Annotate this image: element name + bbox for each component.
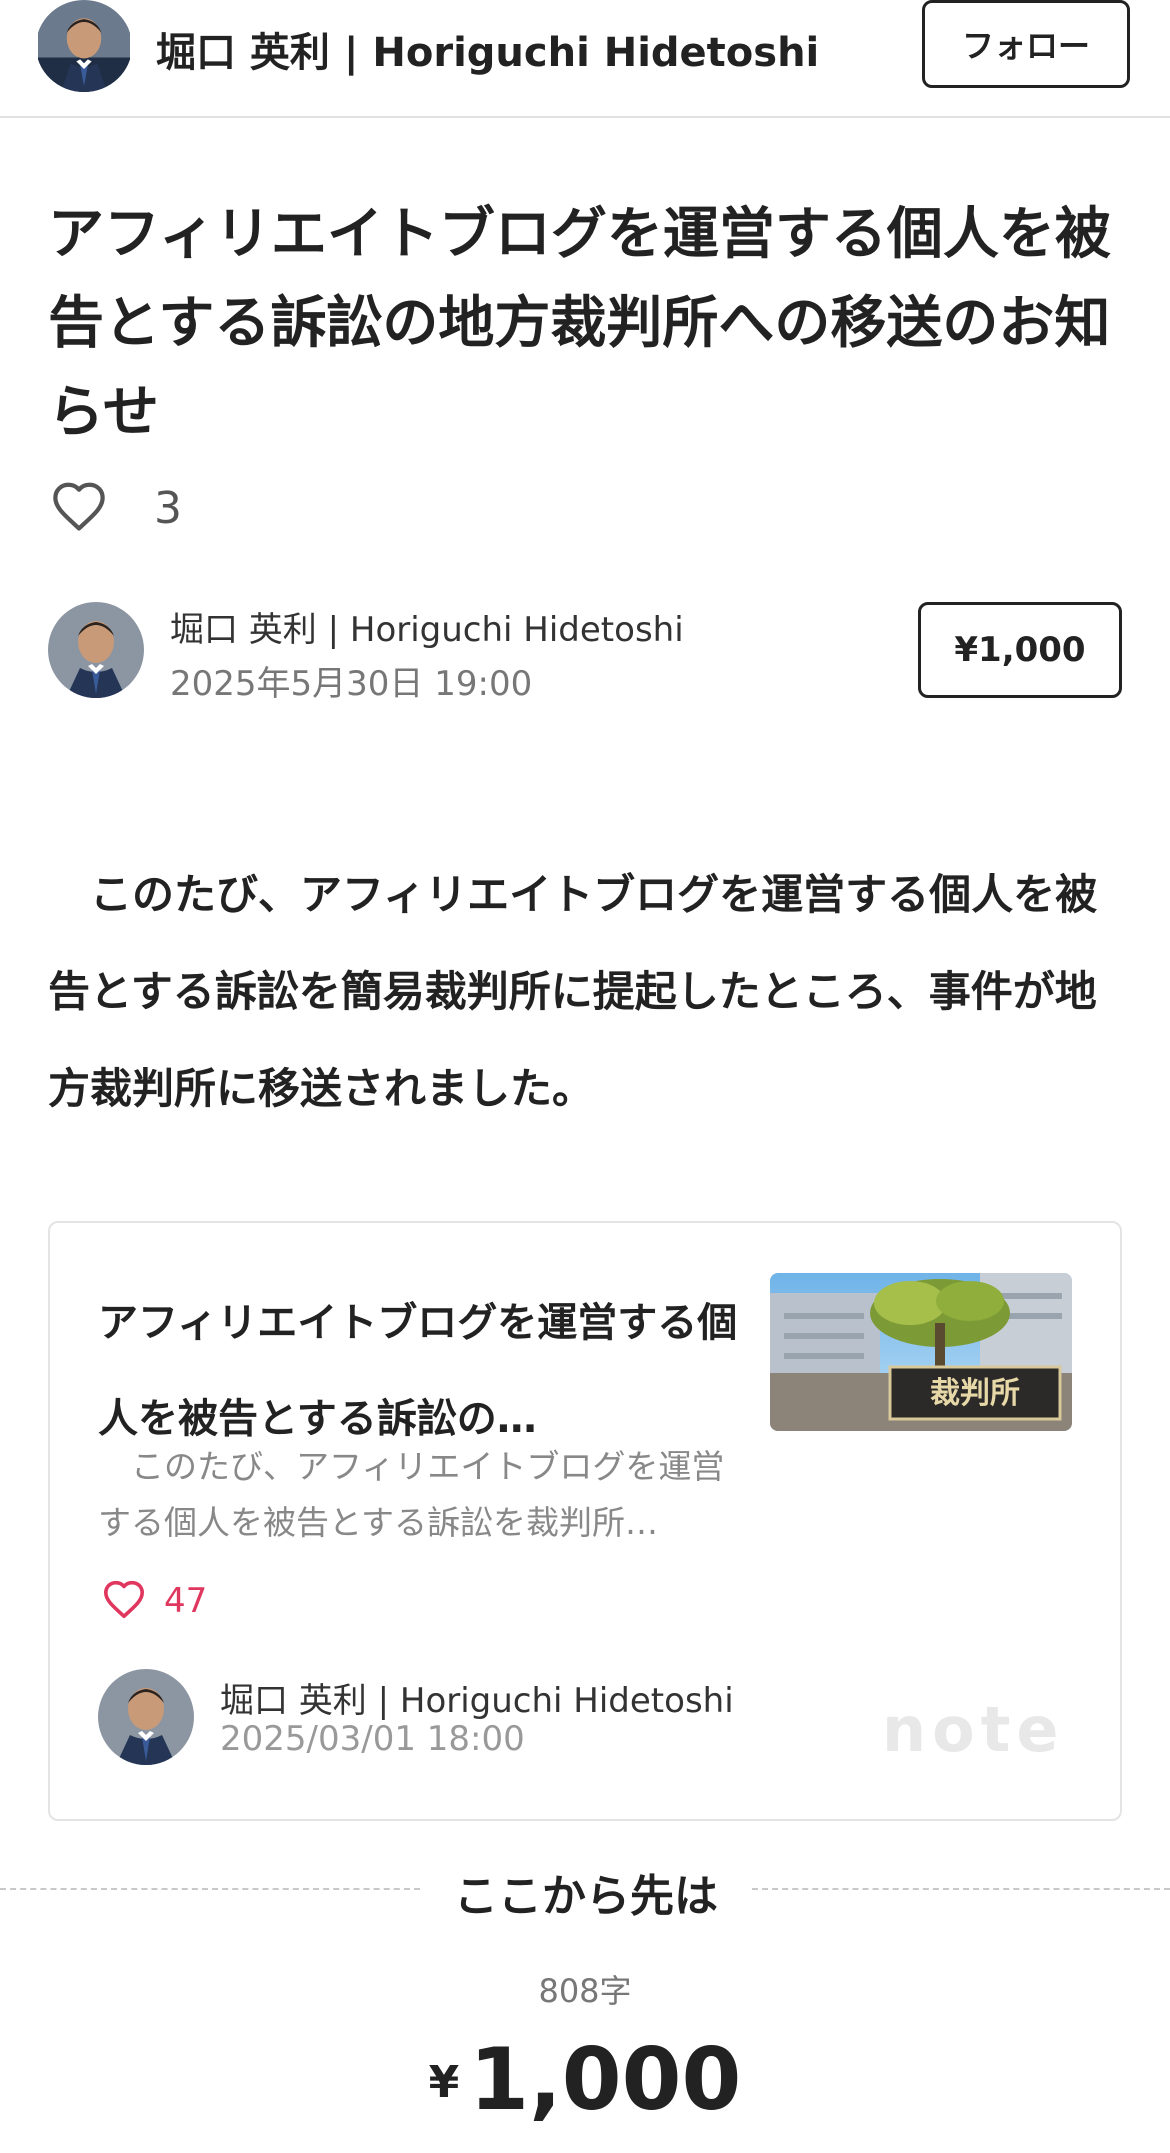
creator-avatar[interactable] [36, 0, 132, 92]
author-avatar[interactable] [48, 602, 144, 698]
currency-symbol: ¥ [428, 2057, 460, 2108]
like-count: 3 [154, 482, 182, 534]
thumbnail-plaque-text: 裁判所 [930, 1376, 1020, 1411]
card-excerpt: このたび、アフィリエイトブログを運営する個人を被告とする訴訟を裁判所… [98, 1447, 725, 1542]
char-count: 808字 [538, 1972, 632, 2010]
publish-date: 2025年5月30日 19:00 [170, 664, 533, 704]
top-header: 堀口 英利 | Horiguchi Hidetoshi フォロー [0, 0, 1170, 118]
heart-outline-icon [102, 1579, 146, 1623]
card-author-name: 堀口 英利 | Horiguchi Hidetoshi [220, 1681, 734, 1721]
divider-line [752, 1888, 1170, 1890]
card-author-avatar [98, 1669, 194, 1765]
paywall-divider: ここから先は [0, 1860, 1170, 1922]
like-row: 3 [50, 480, 182, 536]
price-button[interactable]: ¥1,000 [918, 602, 1122, 698]
author-name[interactable]: 堀口 英利 | Horiguchi Hidetoshi [170, 602, 684, 651]
paywall-label: ここから先は [454, 1871, 718, 1922]
heart-outline-icon[interactable] [50, 480, 108, 536]
divider-line [0, 1888, 420, 1890]
follow-button[interactable]: フォロー [922, 0, 1130, 88]
article-body: このたび、アフィリエイトブログを運営する個人を被告とする訴訟を簡易裁判所に提起し… [48, 870, 1098, 1113]
price-amount: 1,000 [469, 2030, 742, 2130]
card-like-row: 47 [102, 1579, 207, 1623]
card-like-count: 47 [164, 1581, 208, 1621]
creator-name[interactable]: 堀口 英利 | Horiguchi Hidetoshi [156, 20, 819, 78]
note-logo: note [882, 1693, 1065, 1766]
paywall-price: ¥1,000 [0, 2030, 1170, 2130]
card-author-date: 2025/03/01 18:00 [220, 1719, 525, 1759]
article-title: アフィリエイトブログを運営する個人を被告とする訴訟の地方裁判所への移送のお知らせ [48, 202, 1111, 445]
embedded-article-card[interactable]: アフィリエイトブログを運営する個人を被告とする訴訟の… 裁判所 このたび、アフィ… [48, 1221, 1122, 1821]
card-thumbnail[interactable]: 裁判所 [770, 1273, 1072, 1431]
author-row: 堀口 英利 | Horiguchi Hidetoshi 2025年5月30日 1… [48, 602, 1122, 704]
